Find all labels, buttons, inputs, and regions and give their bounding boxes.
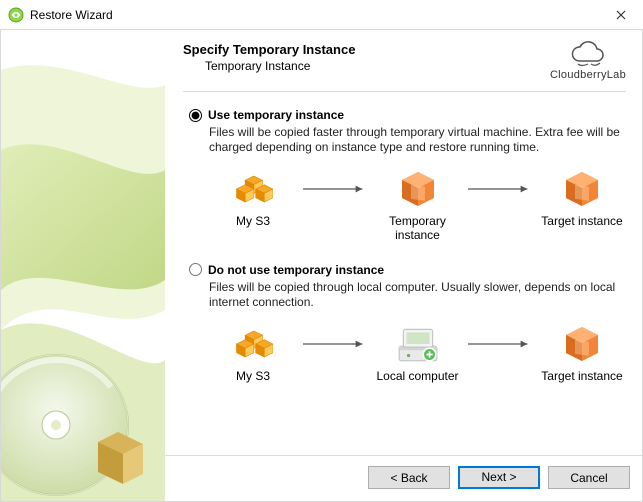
node-target: Target instance <box>538 165 626 229</box>
local-computer-icon <box>374 320 462 368</box>
option-use-desc: Files will be copied faster through temp… <box>209 125 626 155</box>
node-target: Target instance <box>538 320 626 384</box>
radio-no-temporary-input[interactable] <box>189 263 202 276</box>
window-title: Restore Wizard <box>30 8 113 22</box>
s3-cubes-icon <box>209 320 297 368</box>
radio-no-temporary[interactable]: Do not use temporary instance <box>189 263 626 277</box>
arrow-icon <box>468 320 533 368</box>
instance-icon <box>538 320 626 368</box>
arrow-icon <box>468 165 533 213</box>
option-use-temporary: Use temporary instance Files will be cop… <box>183 108 626 243</box>
cloud-icon <box>567 40 609 68</box>
page-subtitle: Temporary Instance <box>205 59 550 73</box>
node-source-label: My S3 <box>209 370 297 384</box>
node-local-computer: Local computer <box>374 320 462 384</box>
radio-use-temporary-label: Use temporary instance <box>208 108 344 122</box>
divider <box>183 91 626 92</box>
node-source-label: My S3 <box>209 215 297 229</box>
next-button[interactable]: Next > <box>458 466 540 489</box>
instance-icon <box>538 165 626 213</box>
wizard-sidebar-graphic <box>1 30 165 501</box>
radio-use-temporary[interactable]: Use temporary instance <box>189 108 626 122</box>
page-title: Specify Temporary Instance <box>183 40 550 57</box>
wizard-footer: < Back Next > Cancel <box>165 455 642 501</box>
wizard-content: Specify Temporary Instance Temporary Ins… <box>165 30 642 501</box>
option-no-temporary: Do not use temporary instance Files will… <box>183 263 626 384</box>
arrow-icon <box>303 165 368 213</box>
brand-name: CloudberryLab <box>550 69 626 81</box>
cancel-button[interactable]: Cancel <box>548 466 630 489</box>
node-target-label: Target instance <box>538 370 626 384</box>
node-temp-instance: Temporary instance <box>374 165 462 243</box>
arrow-icon <box>303 320 368 368</box>
node-source: My S3 <box>209 165 297 229</box>
flow-skip: My S3 Local computer Target instance <box>189 320 626 384</box>
close-button[interactable] <box>598 0 643 30</box>
node-temp-label: Temporary instance <box>374 215 462 243</box>
brand-logo: CloudberryLab <box>550 40 626 81</box>
s3-cubes-icon <box>209 165 297 213</box>
back-button[interactable]: < Back <box>368 466 450 489</box>
node-local-label: Local computer <box>374 370 462 384</box>
option-skip-desc: Files will be copied through local compu… <box>209 280 626 310</box>
radio-use-temporary-input[interactable] <box>189 109 202 122</box>
titlebar: Restore Wizard <box>0 0 643 30</box>
node-source: My S3 <box>209 320 297 384</box>
app-icon <box>8 7 24 23</box>
instance-icon <box>374 165 462 213</box>
radio-no-temporary-label: Do not use temporary instance <box>208 263 384 277</box>
node-target-label: Target instance <box>538 215 626 229</box>
flow-use: My S3 Temporary instance Target instance <box>189 165 626 243</box>
